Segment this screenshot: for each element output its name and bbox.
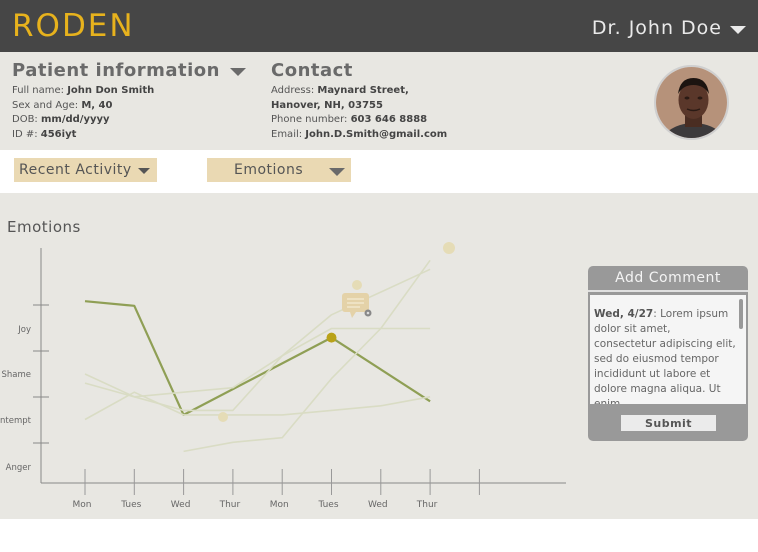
patient-panel: Patient information Full name: John Don … — [0, 52, 758, 150]
x-tick-label: Mon — [73, 500, 92, 510]
info-row-id: ID #: 456iyt — [12, 128, 77, 140]
contact-row-city: Hanover, NH, 03755 — [271, 99, 383, 111]
faded-data-point — [443, 242, 455, 254]
contact-title: Contact — [271, 60, 353, 81]
contact-row-phone: Phone number: 603 646 8888 — [271, 114, 428, 125]
chevron-down-icon — [329, 167, 346, 176]
y-tick-label: Contempt — [0, 416, 32, 426]
selected-data-point — [326, 332, 337, 343]
chevron-down-icon — [137, 168, 150, 174]
info-row-name: Full name: John Don Smith — [12, 85, 155, 96]
contact-info: Contact Address: Maynard Street, Hanover… — [271, 60, 447, 142]
chat-bubble-icon[interactable] — [342, 293, 372, 318]
emotions-dropdown[interactable]: Emotions — [207, 158, 351, 182]
comment-text: : Lorem ipsum dolor sit amet, consectetu… — [594, 308, 736, 404]
chevron-down-icon[interactable] — [229, 68, 246, 76]
info-row-sex-age: Sex and Age: M, 40 — [12, 99, 113, 111]
filter-bar: Recent Activity Emotions — [0, 150, 758, 193]
contact-row-email[interactable]: Email: John.D.Smith@gmail.com — [271, 128, 447, 143]
add-comment-panel: Add Comment Wed, 4/27: Lorem ipsum dolor… — [588, 266, 748, 441]
user-menu[interactable]: Dr. John Doe — [592, 17, 746, 39]
recent-activity-dropdown[interactable]: Recent Activity — [14, 158, 157, 182]
patient-info: Patient information Full name: John Don … — [12, 60, 246, 142]
x-tick-label: Wed — [368, 500, 388, 510]
y-tick-label: Joy — [17, 325, 31, 335]
comment-date: Wed, 4/27 — [594, 308, 654, 320]
x-tick-label: Thur — [416, 500, 438, 510]
emotions-chart[interactable]: Anger Contempt Shame Joy Mon Tues Wed Thur Mon Tu… — [0, 193, 580, 519]
emotions-dropdown-label: Emotions — [234, 162, 304, 178]
y-tick-label: Shame — [1, 370, 31, 380]
faded-series-line — [84, 268, 431, 412]
app-logo[interactable]: RODEN — [12, 8, 135, 44]
chevron-down-icon — [730, 25, 746, 34]
x-tick-label: Thur — [219, 500, 241, 510]
info-row-dob: DOB: mm/dd/yyyy — [12, 114, 110, 125]
patient-info-title: Patient information — [12, 60, 220, 81]
patient-avatar — [654, 65, 729, 140]
contact-row-address: Address: Maynard Street, — [271, 85, 409, 96]
faded-data-point — [352, 280, 362, 290]
recent-activity-label: Recent Activity — [19, 162, 132, 178]
submit-button[interactable]: Submit — [621, 415, 716, 431]
add-comment-title: Add Comment — [588, 266, 748, 292]
comment-scrollbar[interactable] — [739, 299, 743, 329]
comment-textarea[interactable]: Wed, 4/27: Lorem ipsum dolor sit amet, c… — [590, 295, 746, 404]
x-tick-label: Mon — [270, 500, 289, 510]
x-tick-label: Tues — [120, 500, 141, 510]
y-tick-label: Anger — [6, 463, 32, 473]
top-bar: RODEN Dr. John Doe — [0, 0, 758, 52]
x-tick-label: Wed — [171, 500, 191, 510]
faded-series-line — [183, 259, 431, 453]
emotions-chart-panel: Emotions AngerContemptShameJoyMonTuesWed… — [0, 193, 758, 519]
faded-series-line — [84, 327, 431, 398]
user-name: Dr. John Doe — [591, 17, 722, 39]
faded-data-point — [218, 412, 228, 422]
x-tick-label: Tues — [317, 500, 338, 510]
